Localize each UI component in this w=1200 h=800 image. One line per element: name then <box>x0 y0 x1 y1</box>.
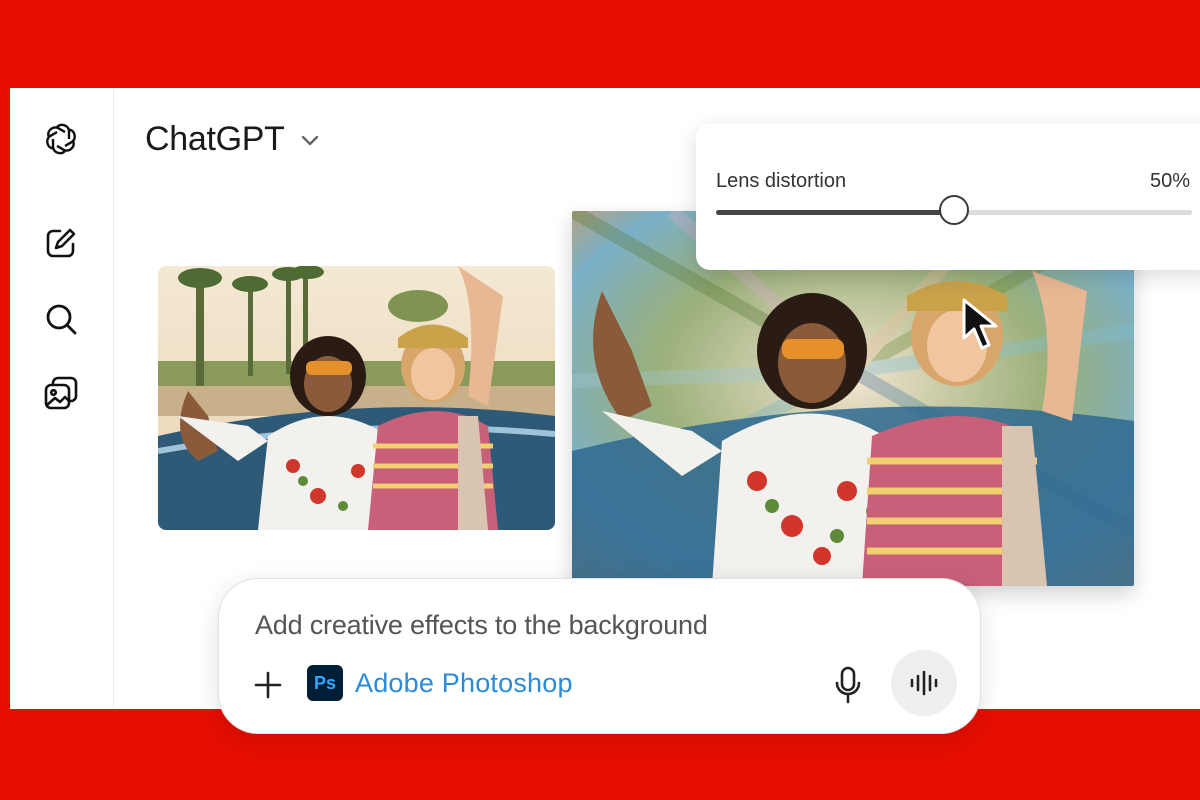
plus-button[interactable] <box>251 668 285 702</box>
prompt-text[interactable]: Add creative effects to the background <box>255 610 708 641</box>
message-composer[interactable]: Add creative effects to the background P… <box>218 578 981 734</box>
voice-mode-icon <box>910 670 938 696</box>
app-name: Adobe Photoshop <box>355 667 573 698</box>
model-selector[interactable]: ChatGPT <box>145 120 321 159</box>
voice-mode-button[interactable] <box>891 650 957 716</box>
mouse-cursor-icon <box>962 298 998 350</box>
new-chat-icon[interactable] <box>40 222 82 264</box>
slider-thumb[interactable] <box>939 195 969 225</box>
sidebar <box>10 88 114 709</box>
photoshop-app-chip[interactable]: Ps Adobe Photoshop <box>307 665 573 701</box>
lens-distortion-panel: Lens distortion 50% <box>696 124 1200 270</box>
plus-icon <box>254 671 282 699</box>
slider-fill <box>716 210 954 215</box>
photoshop-logo-icon: Ps <box>307 665 343 701</box>
microphone-button[interactable] <box>831 665 865 705</box>
original-photo[interactable] <box>158 266 555 530</box>
openai-logo-icon[interactable] <box>40 118 82 160</box>
search-icon[interactable] <box>40 298 82 340</box>
microphone-icon <box>835 666 861 704</box>
chevron-down-icon <box>301 135 318 145</box>
app-title: ChatGPT <box>145 120 285 158</box>
images-icon[interactable] <box>40 372 82 414</box>
slider-label: Lens distortion <box>716 170 847 192</box>
slider-value: 50% <box>1149 170 1190 192</box>
